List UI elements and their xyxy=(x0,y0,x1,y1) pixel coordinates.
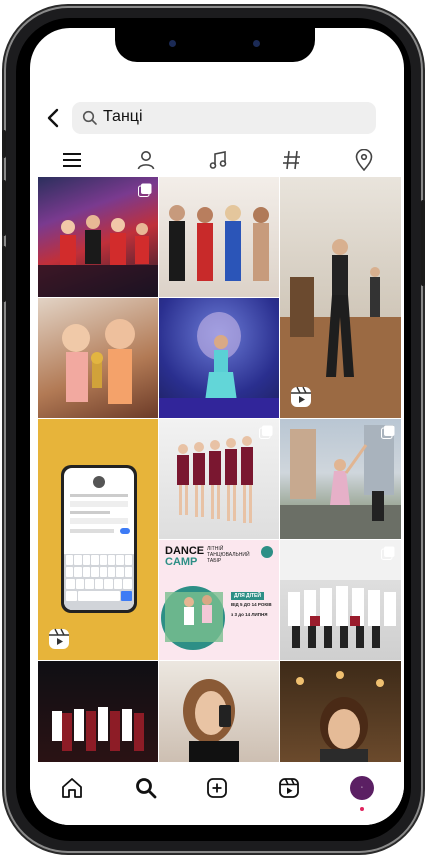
camera-dot xyxy=(253,40,260,47)
post-thumbnail[interactable] xyxy=(38,298,158,418)
studio-dancer-image xyxy=(280,239,401,418)
post-thumbnail[interactable]: DANCE CAMP ЛІТНІЙ ТАНЦЮВАЛЬНИЙ ТАБІР ДЛЯ … xyxy=(159,540,279,660)
post-thumbnail[interactable] xyxy=(280,419,401,539)
search-icon xyxy=(82,110,97,125)
carousel-icon xyxy=(138,183,152,197)
notch xyxy=(115,28,315,62)
mirror-selfie-image xyxy=(183,679,239,762)
volume-up-button xyxy=(2,180,6,236)
notification-dot xyxy=(360,807,364,811)
reels-icon xyxy=(291,386,311,407)
nav-reels[interactable] xyxy=(274,773,304,803)
tab-accounts[interactable] xyxy=(52,144,92,176)
carousel-icon xyxy=(259,425,273,439)
app-screen: Танці DANCE CAMP ЛІТНІЙ ТАНЦЮВАЛЬНИЙ ТАБ… xyxy=(30,28,404,825)
plus-square-icon xyxy=(207,778,227,798)
post-thumbnail[interactable] xyxy=(280,540,401,660)
dance-camp-tag: ДЛЯ ДІТЕЙ xyxy=(231,592,264,600)
post-thumbnail[interactable] xyxy=(159,419,279,539)
post-thumbnail[interactable] xyxy=(159,661,279,762)
post-thumbnail[interactable] xyxy=(38,177,158,297)
dance-camp-dates: з 3 до 14 ЛИПНЯ xyxy=(231,612,268,617)
camera-dot xyxy=(169,40,176,47)
search-icon xyxy=(136,778,157,799)
explore-grid: DANCE CAMP ЛІТНІЙ ТАНЦЮВАЛЬНИЙ ТАБІР ДЛЯ … xyxy=(38,177,401,762)
nav-create[interactable] xyxy=(202,773,232,803)
app-screenshot xyxy=(64,468,134,610)
tab-audio[interactable] xyxy=(198,144,238,176)
side-button xyxy=(2,130,6,158)
post-thumbnail[interactable] xyxy=(280,661,401,762)
list-icon xyxy=(63,153,81,167)
tab-profiles[interactable] xyxy=(126,144,166,176)
belly-dancer-image xyxy=(159,312,279,418)
power-button xyxy=(421,200,425,286)
nav-profile[interactable]: ◦ xyxy=(347,773,377,803)
post-thumbnail[interactable] xyxy=(38,419,158,660)
home-icon xyxy=(62,778,82,798)
tab-tags[interactable] xyxy=(272,144,312,176)
app-screenshot-phone xyxy=(61,465,137,613)
restaurant-girl-image xyxy=(296,671,384,762)
hashtag-icon xyxy=(283,150,300,170)
post-thumbnail[interactable] xyxy=(38,661,158,762)
bottom-navigation: ◦ xyxy=(30,763,404,825)
post-thumbnail[interactable] xyxy=(280,177,401,418)
tab-places[interactable] xyxy=(344,144,384,176)
back-arrow-icon[interactable] xyxy=(42,106,66,130)
dark-stage-image xyxy=(52,707,144,751)
reels-icon xyxy=(49,628,69,649)
dance-camp-photo xyxy=(161,586,225,650)
search-input[interactable]: Танці xyxy=(72,102,376,134)
dance-camp-age: ВІД 5 ДО 14 РОКІВ xyxy=(231,602,272,607)
location-pin-icon xyxy=(355,149,373,171)
carousel-icon xyxy=(381,425,395,439)
search-filter-tabs xyxy=(30,144,404,176)
bodysuits-image xyxy=(169,205,269,281)
trophy-girls-image xyxy=(62,319,135,404)
music-note-icon xyxy=(209,151,227,169)
avatar: ◦ xyxy=(350,776,374,800)
nav-search[interactable] xyxy=(131,773,161,803)
carousel-icon xyxy=(381,546,395,560)
keyboard xyxy=(64,554,134,610)
volume-down-button xyxy=(2,246,6,302)
search-query: Танці xyxy=(103,108,143,125)
post-thumbnail[interactable] xyxy=(159,177,279,297)
person-icon xyxy=(137,151,155,170)
nav-home[interactable] xyxy=(57,773,87,803)
reels-icon xyxy=(279,778,299,798)
search-header: Танці xyxy=(30,100,404,136)
post-thumbnail[interactable] xyxy=(159,298,279,418)
